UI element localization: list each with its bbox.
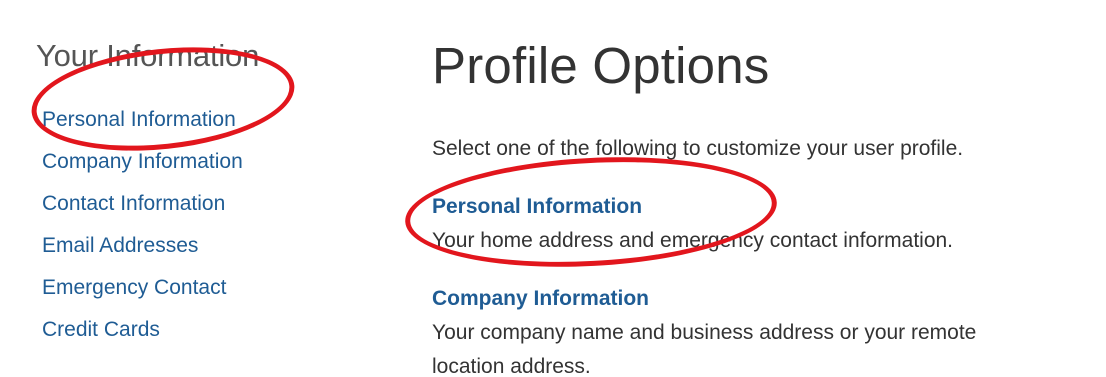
page-title: Profile Options bbox=[432, 37, 770, 94]
option-company-information-link[interactable]: Company Information bbox=[432, 284, 649, 314]
sidebar-item-credit-cards[interactable]: Credit Cards bbox=[42, 309, 243, 351]
sidebar-heading: Your Information bbox=[36, 38, 260, 73]
sidebar-list: Personal Information Company Information… bbox=[42, 99, 243, 351]
sidebar-item-personal-information[interactable]: Personal Information bbox=[42, 99, 243, 141]
sidebar-item-contact-information[interactable]: Contact Information bbox=[42, 183, 243, 225]
sidebar-item-emergency-contact[interactable]: Emergency Contact bbox=[42, 267, 243, 309]
option-company-information-description: Your company name and business address o… bbox=[432, 321, 977, 344]
intro-text: Select one of the following to customize… bbox=[432, 137, 964, 160]
option-personal-information-link[interactable]: Personal Information bbox=[432, 192, 642, 222]
option-company-information-description-continued: location address. bbox=[432, 355, 591, 376]
sidebar-item-email-addresses[interactable]: Email Addresses bbox=[42, 225, 243, 267]
sidebar-item-company-information[interactable]: Company Information bbox=[42, 141, 243, 183]
main-content: Profile Options Select one of the follow… bbox=[432, 34, 1106, 376]
sidebar: Your Information Personal Information Co… bbox=[36, 36, 366, 341]
option-personal-information-description: Your home address and emergency contact … bbox=[432, 229, 954, 252]
